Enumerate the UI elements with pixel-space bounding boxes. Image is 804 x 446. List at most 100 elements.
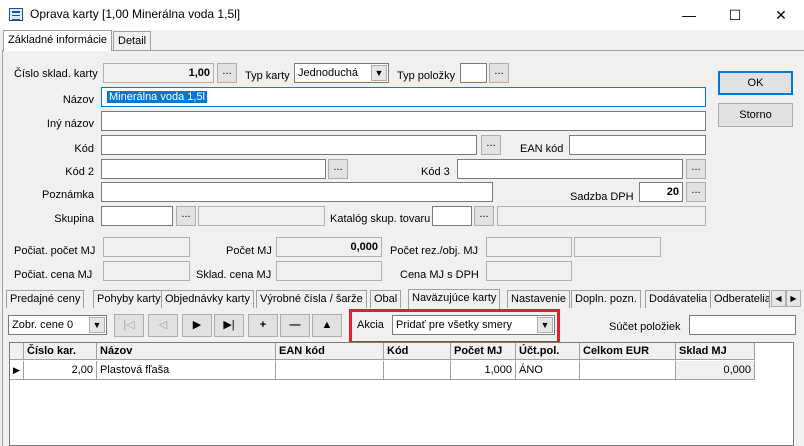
kod3-field[interactable]	[457, 159, 683, 179]
col-uct-pol[interactable]: Účt.pol.	[516, 343, 580, 360]
prev-record-button[interactable]: ◁	[148, 314, 178, 337]
tab-predajne-ceny[interactable]: Predajné ceny	[6, 290, 85, 308]
tab-navazujuce-karty[interactable]: Naväzujúce karty	[408, 289, 501, 309]
cislo-field[interactable]: 1,00	[103, 63, 214, 83]
table-cell[interactable]	[580, 361, 676, 380]
sucet-label: Súčet položiek	[609, 321, 681, 333]
tab-odberatelia[interactable]: Odberatelia	[710, 290, 770, 308]
window-title: Oprava karty [1,00 Minerálna voda 1,5l]	[30, 7, 241, 21]
col-kod[interactable]: Kód	[384, 343, 451, 360]
tab-zakladne-informacie[interactable]: Základné informácie	[3, 30, 113, 51]
kod3-browse-button[interactable]: ...	[686, 159, 706, 179]
katalog-field[interactable]	[432, 206, 472, 226]
poznamka-label: Poznámka	[42, 189, 94, 201]
tab-nastavenie[interactable]: Nastavenie	[507, 290, 571, 308]
table-cell[interactable]: Plastová fľaša	[97, 361, 276, 380]
kod-field[interactable]	[101, 135, 477, 155]
table-cell[interactable]	[384, 361, 451, 380]
col-nazov[interactable]: Názov	[97, 343, 276, 360]
sklad-cena-label: Sklad. cena MJ	[196, 269, 272, 281]
tab-obal[interactable]: Obal	[370, 290, 402, 308]
nazov-label: Názov	[62, 94, 94, 106]
delete-record-button[interactable]: —	[280, 314, 310, 337]
katalog-browse-button[interactable]: ...	[474, 206, 494, 226]
chevron-down-icon[interactable]: ▼	[89, 317, 105, 333]
sucet-field[interactable]	[689, 315, 796, 335]
table-cell[interactable]: 1,000	[451, 361, 516, 380]
tab-pohyby-karty[interactable]: Pohyby karty	[93, 290, 165, 308]
tab-objednavky-karty[interactable]: Objednávky karty	[161, 290, 254, 308]
kod2-browse-button[interactable]: ...	[328, 159, 348, 179]
nazov-field[interactable]: Minerálna voda 1,5l	[101, 87, 706, 107]
sadzba-field[interactable]: 20	[639, 182, 683, 202]
poc-pocet-label: Počiat. počet MJ	[14, 245, 96, 257]
tabs-scroll-right-icon[interactable]: ▶	[786, 290, 801, 307]
typ-polozky-field[interactable]	[460, 63, 487, 83]
tab-dodavatelia[interactable]: Dodávatelia	[645, 290, 712, 308]
title-bar: Oprava karty [1,00 Minerálna voda 1,5l] …	[0, 0, 804, 30]
sub-tab-bar: Predajné ceny Pohyby karty Objednávky ka…	[3, 289, 803, 309]
typ-karty-select[interactable]: Jednoduchá ▼	[294, 63, 389, 83]
first-record-button[interactable]: |◁	[114, 314, 144, 337]
col-pocet-mj[interactable]: Počet MJ	[451, 343, 516, 360]
maximize-icon[interactable]: ☐	[712, 0, 758, 30]
kod-label: Kód	[74, 143, 94, 155]
col-cislo-kar[interactable]: Číslo kar.	[24, 343, 97, 360]
tab-dopln-pozn[interactable]: Dopln. pozn.	[571, 290, 641, 308]
add-record-button[interactable]: +	[248, 314, 278, 337]
col-sklad-mj[interactable]: Sklad MJ	[676, 343, 755, 360]
sadzba-label: Sadzba DPH	[570, 191, 634, 203]
table-cell[interactable]	[276, 361, 384, 380]
kod2-label: Kód 2	[65, 166, 94, 178]
nazov-value: Minerálna voda 1,5l	[107, 91, 208, 103]
pocet-rez-field	[486, 237, 572, 257]
kod-browse-button[interactable]: ...	[481, 135, 501, 155]
close-icon[interactable]: ✕	[758, 0, 804, 30]
typ-polozky-browse-button[interactable]: ...	[489, 63, 509, 83]
table-cell[interactable]: 2,00	[24, 361, 97, 380]
pocet-rez-label: Počet rez./obj. MJ	[390, 245, 479, 257]
next-record-button[interactable]: ▶	[182, 314, 212, 337]
chevron-down-icon[interactable]: ▼	[371, 65, 387, 81]
katalog-label: Katalóg skup. tovaru	[330, 213, 431, 225]
grid-corner	[10, 343, 24, 360]
last-record-button[interactable]: ▶|	[214, 314, 244, 337]
skupina-field[interactable]	[101, 206, 173, 226]
typ-polozky-label: Typ položky	[397, 70, 456, 82]
ean-label: EAN kód	[520, 143, 564, 155]
items-grid[interactable]: Číslo kar. Názov EAN kód Kód Počet MJ Úč…	[9, 342, 794, 446]
row-indicator-icon: ▶	[10, 361, 24, 380]
iny-nazov-field[interactable]	[101, 111, 706, 131]
cislo-browse-button[interactable]: ...	[217, 63, 237, 83]
storno-button[interactable]: Storno	[718, 103, 793, 127]
move-up-button[interactable]: ▲	[312, 314, 342, 337]
zobr-select[interactable]: Zobr. cene 0 ▼	[8, 315, 107, 335]
pocet-mj-field: 0,000	[276, 237, 382, 257]
pocet-mj-label: Počet MJ	[226, 245, 272, 257]
col-celkom-eur[interactable]: Celkom EUR	[580, 343, 676, 360]
highlight-box	[349, 309, 560, 344]
minimize-icon[interactable]: —	[666, 0, 712, 30]
tab-vyrobne-cisla[interactable]: Výrobné čísla / šarže	[256, 290, 367, 308]
sklad-cena-field	[276, 261, 382, 281]
skupina-label: Skupina	[54, 213, 94, 225]
poc-cena-label: Počiat. cena MJ	[14, 269, 93, 281]
cena-dph-label: Cena MJ s DPH	[400, 269, 479, 281]
skupina-name-field	[198, 206, 325, 226]
poznamka-field[interactable]	[101, 182, 493, 202]
table-cell[interactable]: 0,000	[676, 361, 755, 380]
tab-detail[interactable]: Detail	[113, 31, 152, 51]
zobr-value: Zobr. cene 0	[12, 319, 74, 331]
cena-dph-field	[486, 261, 572, 281]
skupina-browse-button[interactable]: ...	[176, 206, 196, 226]
typ-karty-value: Jednoduchá	[298, 67, 358, 79]
pocet-rez-field-2	[574, 237, 661, 257]
ean-field[interactable]	[569, 135, 706, 155]
ok-button[interactable]: OK	[718, 71, 793, 95]
col-ean-kod[interactable]: EAN kód	[276, 343, 384, 360]
kod2-field[interactable]	[101, 159, 326, 179]
tabs-scroll-left-icon[interactable]: ◀	[771, 290, 786, 307]
table-cell[interactable]: ÁNO	[516, 361, 580, 380]
sadzba-browse-button[interactable]: ...	[686, 182, 706, 202]
typ-karty-label: Typ karty	[245, 70, 290, 82]
